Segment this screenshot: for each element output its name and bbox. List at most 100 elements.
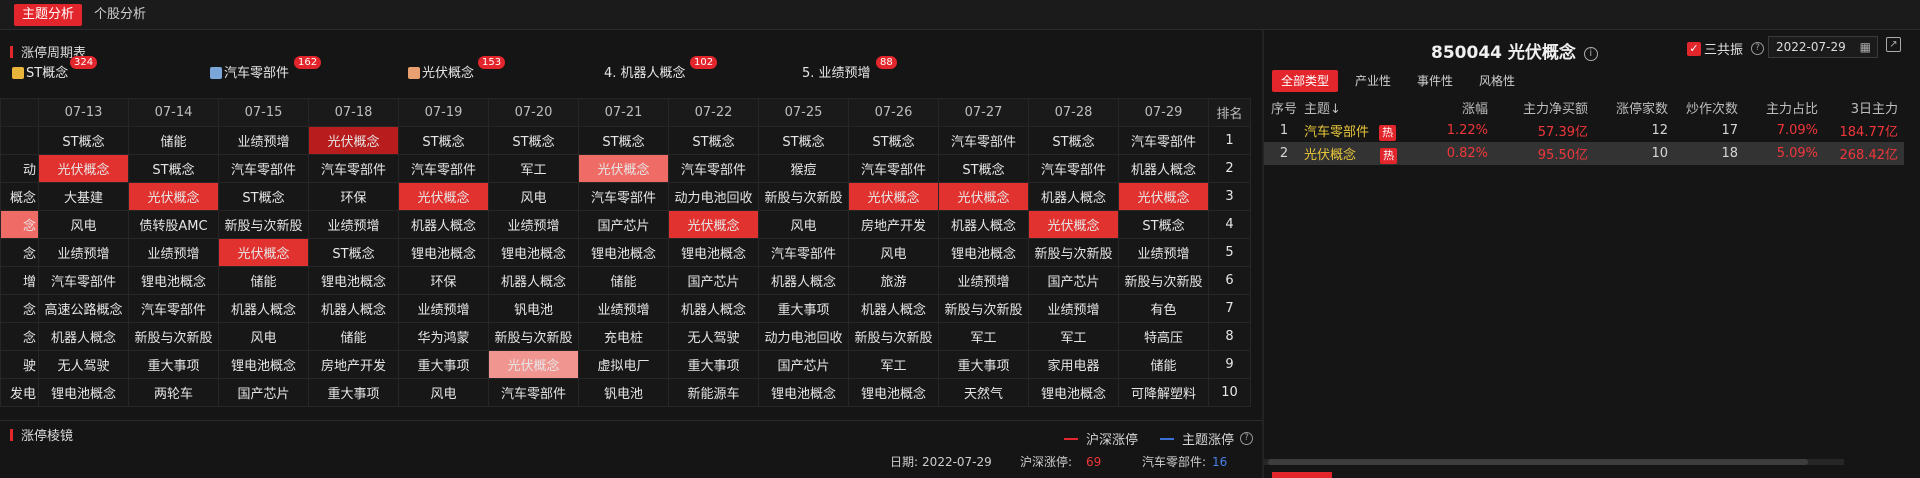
theme-cell[interactable]: 机器人概念	[218, 294, 309, 323]
theme-cell[interactable]: ST概念	[38, 126, 129, 155]
col-header[interactable]: 炒作次数	[1674, 96, 1744, 119]
theme-cell[interactable]: ST概念	[668, 126, 759, 155]
date-header[interactable]: 07-14	[128, 98, 219, 127]
theme-cell[interactable]: 机器人概念	[938, 210, 1029, 239]
theme-cell[interactable]: 风电	[848, 238, 939, 267]
theme-cell[interactable]: 充电桩	[578, 322, 669, 351]
info-icon[interactable]: i	[1583, 47, 1598, 61]
theme-cell[interactable]: 汽车零部件	[1118, 126, 1209, 155]
theme-cell[interactable]: 汽车零部件	[1028, 154, 1119, 183]
table-row[interactable]: 2 光伏概念 热 0.82% 95.50亿 10 18 5.09% 268.42…	[1264, 142, 1904, 165]
theme-cell[interactable]: 光伏概念	[578, 154, 669, 183]
col-header[interactable]: 主题↓	[1304, 96, 1424, 119]
theme-cell[interactable]: 重大事项	[758, 294, 849, 323]
theme-cell[interactable]: ST概念	[488, 126, 579, 155]
theme-cell[interactable]: 国产芯片	[668, 266, 759, 295]
theme-cell[interactable]: 虚拟电厂	[578, 350, 669, 379]
prev-date-cell[interactable]	[0, 126, 39, 155]
theme-cell[interactable]: 光伏概念	[308, 126, 399, 155]
theme-cell[interactable]: 新股与次新股	[758, 182, 849, 211]
theme-cell[interactable]: 储能	[308, 322, 399, 351]
theme-cell[interactable]: 锂电池概念	[38, 378, 129, 407]
theme-cell[interactable]: ST概念	[938, 154, 1029, 183]
theme-cell[interactable]: 新股与次新股	[218, 210, 309, 239]
resonance-checkbox[interactable]: ✓ 三共振 ?	[1687, 39, 1765, 58]
scrollbar-thumb[interactable]	[1268, 459, 1808, 465]
theme-cell[interactable]: 新能源车	[668, 378, 759, 407]
theme-cell[interactable]: 军工	[488, 154, 579, 183]
theme-cell[interactable]: 储能	[1118, 350, 1209, 379]
theme-cell[interactable]: 汽车零部件	[38, 266, 129, 295]
theme-cell[interactable]: 家用电器	[1028, 350, 1119, 379]
filter-tab-all[interactable]: 全部类型	[1272, 70, 1339, 92]
prev-date-cell[interactable]: 增	[0, 266, 39, 295]
prev-date-cell[interactable]: 念	[0, 294, 39, 323]
table-row[interactable]: 1 汽车零部件 热 1.22% 57.39亿 12 17 7.09% 184.7…	[1264, 119, 1904, 142]
theme-tag-4[interactable]: 4. 机器人概念 102	[604, 56, 718, 81]
prev-date-cell[interactable]: 发电	[0, 378, 39, 407]
theme-cell[interactable]: 无人驾驶	[38, 350, 129, 379]
checkbox-icon[interactable]: ✓	[1687, 41, 1701, 56]
theme-cell[interactable]: 重大事项	[668, 350, 759, 379]
theme-cell[interactable]: 锂电池概念	[578, 238, 669, 267]
theme-cell[interactable]: 机器人概念	[758, 266, 849, 295]
theme-cell[interactable]: 风电	[38, 210, 129, 239]
date-header[interactable]: 07-27	[938, 98, 1029, 127]
theme-cell[interactable]: 新股与次新股	[1028, 238, 1119, 267]
theme-cell[interactable]: 锂电池概念	[218, 350, 309, 379]
theme-tag-1[interactable]: ST概念 324	[12, 56, 98, 81]
theme-cell[interactable]: 锂电池概念	[398, 238, 489, 267]
theme-cell[interactable]: 重大事项	[938, 350, 1029, 379]
col-header[interactable]: 涨停家数	[1594, 96, 1674, 119]
theme-cell[interactable]: 光伏概念	[38, 154, 129, 183]
theme-cell[interactable]: ST概念	[758, 126, 849, 155]
theme-cell[interactable]: 环保	[308, 182, 399, 211]
theme-cell[interactable]: 风电	[218, 322, 309, 351]
prev-date-cell[interactable]: 念	[0, 322, 39, 351]
theme-name[interactable]: 汽车零部件	[1304, 125, 1369, 140]
theme-cell[interactable]: 可降解塑料	[1118, 378, 1209, 407]
prev-date-cell[interactable]: 动	[0, 154, 39, 183]
date-header[interactable]: 07-29	[1118, 98, 1209, 127]
theme-cell[interactable]: 业绩预增	[1028, 294, 1119, 323]
theme-cell[interactable]: 国产芯片	[578, 210, 669, 239]
theme-cell[interactable]: 汽车零部件	[938, 126, 1029, 155]
theme-cell[interactable]: 业绩预增	[38, 238, 129, 267]
theme-cell[interactable]: 储能	[218, 266, 309, 295]
theme-tag-3[interactable]: 光伏概念 153	[408, 56, 506, 81]
theme-cell[interactable]: 汽车零部件	[398, 154, 489, 183]
col-header[interactable]: 涨幅	[1424, 96, 1494, 119]
legend-hs-limit-up[interactable]: 沪深涨停	[1064, 429, 1138, 448]
theme-cell[interactable]: 锂电池概念	[668, 238, 759, 267]
theme-cell[interactable]: 军工	[938, 322, 1029, 351]
theme-cell[interactable]: 锂电池概念	[128, 266, 219, 295]
theme-cell[interactable]: ST概念	[308, 238, 399, 267]
theme-cell[interactable]: 国产芯片	[758, 350, 849, 379]
date-header[interactable]: 07-19	[398, 98, 489, 127]
theme-cell[interactable]: 锂电池概念	[938, 238, 1029, 267]
theme-cell[interactable]: 汽车零部件	[488, 378, 579, 407]
date-header[interactable]: 07-25	[758, 98, 849, 127]
theme-cell[interactable]: 储能	[128, 126, 219, 155]
theme-cell[interactable]: 机器人概念	[38, 322, 129, 351]
theme-cell[interactable]: 机器人概念	[668, 294, 759, 323]
theme-cell[interactable]: 无人驾驶	[668, 322, 759, 351]
theme-cell[interactable]: 大基建	[38, 182, 129, 211]
theme-cell[interactable]: 军工	[1028, 322, 1119, 351]
theme-cell[interactable]: 光伏概念	[1118, 182, 1209, 211]
theme-cell[interactable]: 高速公路概念	[38, 294, 129, 323]
theme-cell[interactable]: 新股与次新股	[938, 294, 1029, 323]
theme-cell[interactable]: ST概念	[1118, 210, 1209, 239]
help-icon[interactable]: ?	[1751, 42, 1765, 55]
date-header[interactable]: 07-15	[218, 98, 309, 127]
col-header[interactable]: 序号	[1264, 96, 1304, 119]
theme-cell[interactable]: 光伏概念	[128, 182, 219, 211]
theme-cell[interactable]: 猴痘	[758, 154, 849, 183]
theme-cell[interactable]: 锂电池概念	[1028, 378, 1119, 407]
theme-cell[interactable]: 机器人概念	[1118, 154, 1209, 183]
theme-cell[interactable]: 业绩预增	[308, 210, 399, 239]
horizontal-scrollbar[interactable]	[1264, 459, 1844, 465]
date-header[interactable]: 07-26	[848, 98, 939, 127]
tab-theme-analysis[interactable]: 主题分析	[14, 3, 83, 26]
date-header[interactable]: 07-22	[668, 98, 759, 127]
